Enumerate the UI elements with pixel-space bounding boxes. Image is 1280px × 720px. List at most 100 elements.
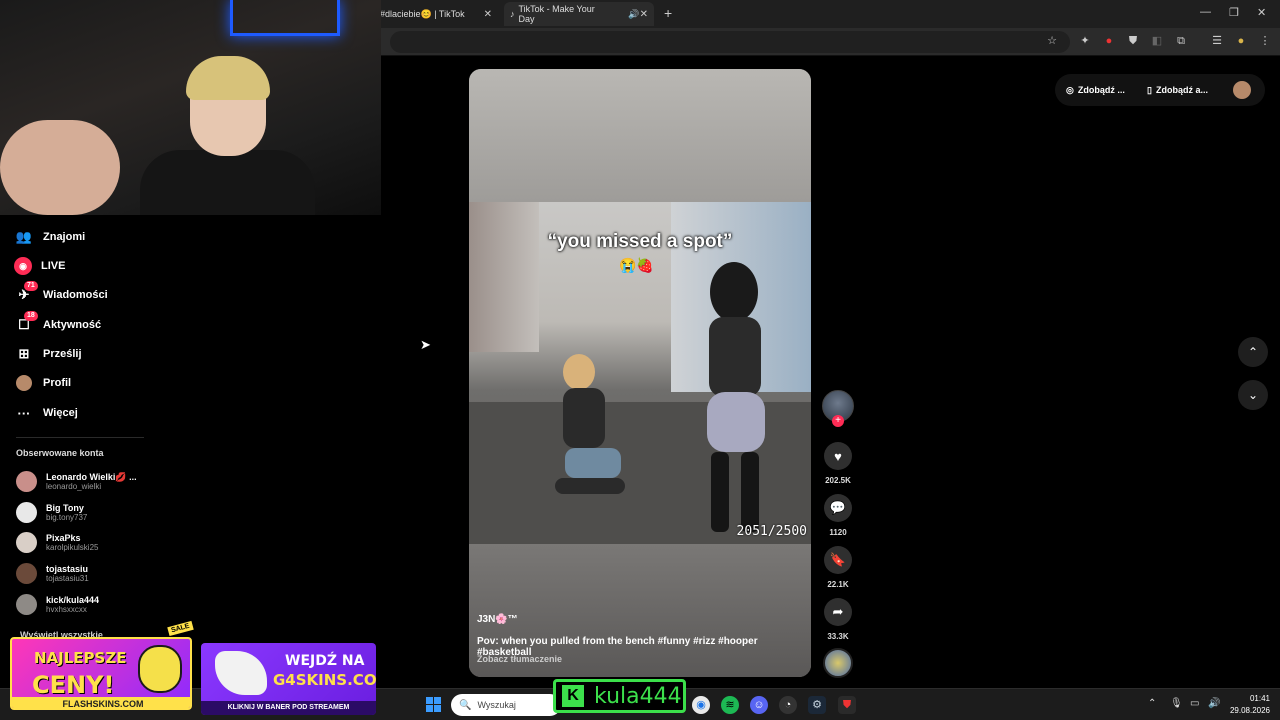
menu-dots-icon[interactable]: ⋮ [1258, 34, 1272, 48]
ad-headline: NAJLEPSZE [34, 649, 127, 667]
following-account[interactable]: kick/kula444 hvxhsxxcxx [16, 594, 99, 615]
taskbar-search[interactable]: 🔍 Wyszukaj [451, 694, 561, 716]
ad-headline-big: CENY! [32, 671, 115, 699]
account-handle: hvxhsxxcxx [46, 604, 87, 614]
more-icon: ··· [17, 405, 31, 421]
account-handle: leonardo_wielki [46, 481, 102, 491]
get-coins-button[interactable]: ◎ Zdobądź ... [1060, 79, 1131, 101]
bookmark-star-icon[interactable]: ☆ [1045, 34, 1059, 48]
sidebar-item-label: Profil [43, 377, 72, 389]
sidebar-item-profile[interactable]: Profil [14, 372, 71, 394]
climbing-wall [469, 202, 539, 352]
ad-subtext: KLIKNIJ W BANER POD STREAMEM [201, 701, 376, 715]
comment-button[interactable]: 💬 [824, 494, 852, 522]
see-translation-link[interactable]: Zobacz tłumaczenie [477, 654, 562, 664]
sale-tag: SALE [167, 620, 194, 637]
steam-icon[interactable]: ⚙ [808, 696, 826, 714]
follow-plus-icon[interactable]: + [832, 415, 844, 427]
tray-chevron-icon[interactable]: ⌃ [1148, 698, 1156, 709]
ad-brand: G4SKINS.COM [273, 671, 376, 689]
speaker-icon[interactable]: 🔊 [628, 9, 639, 20]
get-app-button[interactable]: ▯ Zdobądź a... [1141, 79, 1214, 101]
avatar [16, 471, 37, 492]
microphone-icon[interactable]: 🎙 [1170, 698, 1183, 709]
sidebar-item-messages[interactable]: ✈ 71 Wiadomości [14, 281, 108, 306]
chrome-icon[interactable]: ◉ [692, 696, 710, 714]
close-tab-icon[interactable]: ✕ [484, 9, 498, 20]
reading-list-icon[interactable]: ☰ [1210, 34, 1224, 48]
puzzle-icon[interactable]: ⧉ [1174, 34, 1188, 48]
tab-dlaciebie[interactable]: #dlaciebie😊 | TikTok ✕ [380, 4, 498, 24]
activity-badge: 18 [24, 311, 38, 321]
kick-logo-icon: K [562, 685, 584, 707]
following-account[interactable]: tojastasiu tojastasiu31 [16, 563, 89, 584]
maximize-button[interactable]: ❐ [1229, 6, 1239, 19]
shield-icon[interactable]: ⛊ [1126, 34, 1140, 48]
comment-count: 1120 [829, 528, 847, 537]
like-button[interactable]: ♥ [824, 442, 852, 470]
following-account[interactable]: Leonardo Wielki💋 ... leonardo_wielki [16, 471, 137, 492]
next-video-button[interactable]: ⌄ [1238, 380, 1268, 410]
video-player[interactable]: “you missed a spot” 😭🍓 2051/2500 J3N🌸™ P… [469, 69, 811, 677]
following-title: Obserwowane konta [16, 448, 104, 458]
mascot-figure [138, 645, 182, 693]
extension-icon[interactable]: ● [1102, 34, 1116, 48]
video-author[interactable]: J3N🌸™ [477, 614, 518, 625]
search-placeholder: Wyszukaj [477, 700, 516, 710]
sidebar-item-label: Znajomi [43, 231, 86, 243]
tab-tiktok-active[interactable]: ♪ TikTok - Make Your Day 🔊 ✕ [504, 2, 654, 26]
sidebar-item-more[interactable]: ··· Więcej [14, 402, 78, 424]
streamer-webcam [0, 0, 381, 215]
following-account[interactable]: Big Tony big.tony737 [16, 502, 87, 523]
extension-icon[interactable]: ✦ [1078, 34, 1092, 48]
sidebar-item-friends[interactable]: 👥 Znajomi [14, 226, 85, 248]
sidebar-item-label: Aktywność [43, 319, 102, 331]
ad-brand: FLASHSKINS.COM [12, 697, 190, 708]
chevron-down-icon: ⌄ [1247, 388, 1259, 402]
webcam-hair [186, 56, 270, 100]
profile-avatar-icon[interactable]: ● [1234, 34, 1248, 48]
volume-icon[interactable]: 🔊 [1208, 698, 1220, 709]
share-icon: ➦ [832, 604, 844, 619]
led-light [230, 0, 340, 36]
clock-date: 29.08.2026 [1229, 706, 1270, 715]
sidebar-item-upload[interactable]: ⊞ Prześlij [14, 343, 82, 365]
avatar [16, 532, 37, 553]
wolf-logo-icon [215, 651, 267, 695]
extension-icon[interactable]: ◧ [1150, 34, 1164, 48]
video-emoji: 😭🍓 [619, 257, 654, 273]
shield-app-icon[interactable]: ⛊ [838, 696, 856, 714]
get-app-label: Zdobądź a... [1155, 85, 1208, 95]
windows-start-icon[interactable] [426, 697, 441, 712]
comment-icon: 💬 [829, 500, 847, 515]
standing-girl [707, 262, 765, 532]
display-icon[interactable]: ▭ [1190, 698, 1199, 709]
g4skins-banner: WEJDŹ NA G4SKINS.COM KLIKNIJ W BANER POD… [201, 643, 376, 715]
close-window-button[interactable]: ✕ [1257, 6, 1266, 19]
messages-badge: 71 [24, 281, 38, 291]
taskbar-clock[interactable]: 01:41 29.08.2026 [1228, 693, 1270, 717]
webcam-arm [0, 120, 120, 215]
sidebar-item-activity[interactable]: ☐ 18 Aktywność [14, 311, 102, 336]
sidebar-item-label: Prześlij [43, 348, 82, 360]
bookmark-icon: 🔖 [829, 552, 847, 567]
account-name: Big Tony [46, 502, 84, 513]
discord-icon[interactable]: ☺ [750, 696, 768, 714]
share-button[interactable]: ➦ [824, 598, 852, 626]
sidebar-item-live[interactable]: ◉ LIVE [14, 255, 65, 277]
minimize-button[interactable]: — [1200, 6, 1211, 18]
address-input[interactable] [390, 31, 1070, 53]
previous-video-button[interactable]: ⌃ [1238, 337, 1268, 367]
sidebar-item-label: LIVE [41, 260, 66, 272]
save-button[interactable]: 🔖 [824, 546, 852, 574]
music-disc-icon[interactable] [823, 648, 853, 678]
upload-icon: ⊞ [18, 346, 30, 361]
obs-icon[interactable]: ◔ [779, 696, 797, 714]
kneeling-boy [555, 354, 625, 494]
new-tab-button[interactable]: + [664, 5, 672, 21]
user-avatar[interactable] [1233, 81, 1251, 99]
close-tab-icon[interactable]: ✕ [640, 9, 654, 20]
get-coins-label: Zdobądź ... [1077, 85, 1125, 95]
following-account[interactable]: PixaPks karolpikulski25 [16, 532, 98, 553]
spotify-icon[interactable]: ≋ [721, 696, 739, 714]
